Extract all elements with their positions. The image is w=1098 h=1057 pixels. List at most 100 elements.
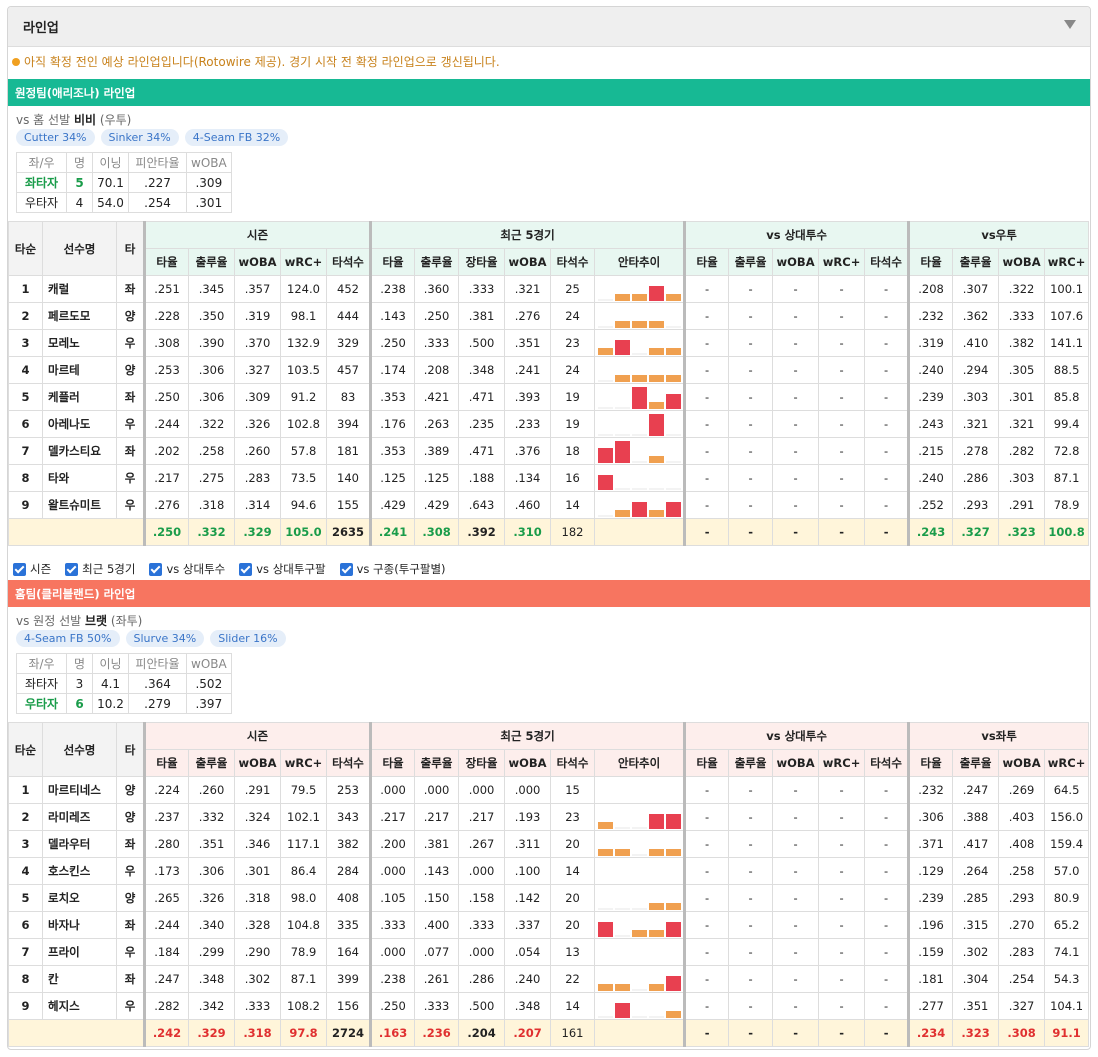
player-name[interactable]: 아레나도 xyxy=(42,410,117,438)
col-header[interactable]: 안타추이 xyxy=(594,248,687,276)
checkbox-checked-icon[interactable] xyxy=(65,562,79,576)
col-header[interactable]: 장타율 xyxy=(458,749,506,777)
player-name[interactable]: 캐럴 xyxy=(42,275,117,303)
player-row[interactable]: 6 아레나도 우 .244.322.326 102.8 394.176.263.235.2… xyxy=(8,410,1090,438)
filter-1[interactable]: 최근 5경기 xyxy=(65,561,135,577)
col-header[interactable]: 출루율 xyxy=(952,248,1000,276)
col-header[interactable]: 출루율 xyxy=(952,749,1000,777)
col-header[interactable]: wOBA xyxy=(504,248,552,276)
col-header[interactable]: wOBA xyxy=(504,749,552,777)
player-name[interactable]: 호스킨스 xyxy=(42,857,117,885)
player-row[interactable]: 5 로치오 양 .265.326.318 98.0 408.105.150.158.142… xyxy=(8,884,1090,912)
player-row[interactable]: 4 호스킨스 우 .173.306.301 86.4 284.000.143.000.10… xyxy=(8,857,1090,885)
col-header[interactable]: 타율 xyxy=(684,749,730,777)
filter-3[interactable]: vs 상대투구팔 xyxy=(239,561,326,577)
col-header[interactable]: wRC+ xyxy=(818,749,866,777)
player-name[interactable]: 로치오 xyxy=(42,884,117,912)
player-row[interactable]: 8 타와 우 .217.275.283 73.5 140.125.125.188.134 1… xyxy=(8,464,1090,492)
col-header[interactable]: 안타추이 xyxy=(594,749,687,777)
panel-header[interactable]: 라인업 xyxy=(8,7,1090,47)
col-header[interactable]: wOBA xyxy=(772,749,820,777)
player-row[interactable]: 3 델라우터 좌 .280.351.346 117.1 382.200.381.267.3… xyxy=(8,830,1090,858)
checkbox-checked-icon[interactable] xyxy=(239,562,253,576)
total-vs-hand-stat: .323 xyxy=(952,1019,1000,1047)
checkbox-checked-icon[interactable] xyxy=(13,562,26,576)
player-name[interactable]: 델카스티요 xyxy=(42,437,117,465)
col-header[interactable]: 타석수 xyxy=(550,248,596,276)
pitcher-name[interactable]: 브랫 xyxy=(85,614,107,628)
col-header[interactable]: 타석수 xyxy=(864,248,911,276)
col-header[interactable]: wOBA xyxy=(998,749,1046,777)
player-name[interactable]: 바자나 xyxy=(42,911,117,939)
col-header[interactable]: wOBA xyxy=(234,248,281,276)
player-name[interactable]: 마르테 xyxy=(42,356,117,384)
col-header[interactable]: 출루율 xyxy=(414,749,460,777)
col-header[interactable]: 출루율 xyxy=(188,749,235,777)
player-row[interactable]: 6 바자나 좌 .244.340.328 104.8 335.333.400.333.33… xyxy=(8,911,1090,939)
col-header[interactable]: 타석수 xyxy=(864,749,911,777)
col-order[interactable]: 타순 xyxy=(8,722,43,777)
player-name[interactable]: 타와 xyxy=(42,464,117,492)
col-header[interactable]: wRC+ xyxy=(1044,248,1090,276)
player-row[interactable]: 7 프라이 우 .184.299.290 78.9 164.000.077.000.054… xyxy=(8,938,1090,966)
player-row[interactable]: 2 페르도모 양 .228.350.319 98.1 444.143.250.381.27… xyxy=(8,302,1090,330)
player-row[interactable]: 3 모레노 우 .308.390.370 132.9 329.250.333.500.35… xyxy=(8,329,1090,357)
player-name[interactable]: 헤지스 xyxy=(42,992,117,1020)
col-player[interactable]: 선수명 xyxy=(42,221,117,276)
col-bats[interactable]: 타 xyxy=(116,221,146,276)
player-name[interactable]: 마르티네스 xyxy=(42,776,117,804)
vs-hand-stat: .258 xyxy=(998,857,1046,885)
player-name[interactable]: 모레노 xyxy=(42,329,117,357)
col-header[interactable]: 타율 xyxy=(684,248,730,276)
col-header[interactable]: 타율 xyxy=(144,749,189,777)
col-header[interactable]: 타석수 xyxy=(325,749,373,777)
filter-0[interactable]: 시즌 xyxy=(13,561,51,577)
player-name[interactable]: 페르도모 xyxy=(42,302,117,330)
player-row[interactable]: 5 케플러 좌 .250.306.309 91.2 83.353.421.471.393 1… xyxy=(8,383,1090,411)
player-name[interactable]: 케플러 xyxy=(42,383,117,411)
col-header[interactable]: 장타율 xyxy=(458,248,506,276)
col-header[interactable]: 타율 xyxy=(144,248,189,276)
col-header[interactable]: wOBA xyxy=(998,248,1046,276)
filter-2[interactable]: vs 상대투수 xyxy=(149,561,225,577)
col-bats[interactable]: 타 xyxy=(116,722,146,777)
player-row[interactable]: 1 마르티네스 양 .224.260.291 79.5 253.000.000.000.0… xyxy=(8,776,1090,804)
pitcher-name[interactable]: 비비 xyxy=(74,113,96,127)
col-header[interactable]: wOBA xyxy=(234,749,281,777)
checkbox-checked-icon[interactable] xyxy=(339,562,353,576)
col-header[interactable]: 타석수 xyxy=(550,749,596,777)
col-header[interactable]: wRC+ xyxy=(280,749,327,777)
player-row[interactable]: 9 왈트슈미트 우 .276.318.314 94.6 155.429.429.643.4… xyxy=(8,491,1090,519)
player-name[interactable]: 델라우터 xyxy=(42,830,117,858)
col-header[interactable]: wOBA xyxy=(772,248,820,276)
col-header[interactable]: 출루율 xyxy=(188,248,235,276)
col-header[interactable]: 타석수 xyxy=(325,248,373,276)
col-header[interactable]: wRC+ xyxy=(818,248,866,276)
checkbox-checked-icon[interactable] xyxy=(149,562,163,576)
col-header[interactable]: 타율 xyxy=(370,248,416,276)
col-order[interactable]: 타순 xyxy=(8,221,43,276)
player-name[interactable]: 왈트슈미트 xyxy=(42,491,117,519)
collapse-triangle-icon[interactable] xyxy=(1064,20,1076,29)
col-header[interactable]: 타율 xyxy=(370,749,416,777)
player-row[interactable]: 9 헤지스 우 .282.342.333 108.2 156.250.333.500.34… xyxy=(8,992,1090,1020)
player-row[interactable]: 8 칸 좌 .247.348.302 87.1 399.238.261.286.240 22… xyxy=(8,965,1090,993)
col-header[interactable]: 타율 xyxy=(908,749,954,777)
player-row[interactable]: 4 마르테 양 .253.306.327 103.5 457.174.208.348.24… xyxy=(8,356,1090,384)
col-header[interactable]: wRC+ xyxy=(1044,749,1090,777)
col-header[interactable]: 타율 xyxy=(908,248,954,276)
player-row[interactable]: 7 델카스티요 좌 .202.258.260 57.8 181.353.389.471.3… xyxy=(8,437,1090,465)
player-name[interactable]: 칸 xyxy=(42,965,117,993)
player-name[interactable]: 라미레즈 xyxy=(42,803,117,831)
vs-pitcher-stat: - xyxy=(772,275,820,303)
player-row[interactable]: 2 라미레즈 양 .237.332.324 102.1 343.217.217.217.1… xyxy=(8,803,1090,831)
player-row[interactable]: 1 캐럴 좌 .251.345.357 124.0 452.238.360.333.321… xyxy=(8,275,1090,303)
col-player[interactable]: 선수명 xyxy=(42,722,117,777)
col-header[interactable]: wRC+ xyxy=(280,248,327,276)
season-stat: .348 xyxy=(188,965,235,993)
filter-4[interactable]: vs 구종(투구팔별) xyxy=(339,561,446,577)
player-name[interactable]: 프라이 xyxy=(42,938,117,966)
col-header[interactable]: 출루율 xyxy=(414,248,460,276)
col-header[interactable]: 출루율 xyxy=(728,749,774,777)
col-header[interactable]: 출루율 xyxy=(728,248,774,276)
